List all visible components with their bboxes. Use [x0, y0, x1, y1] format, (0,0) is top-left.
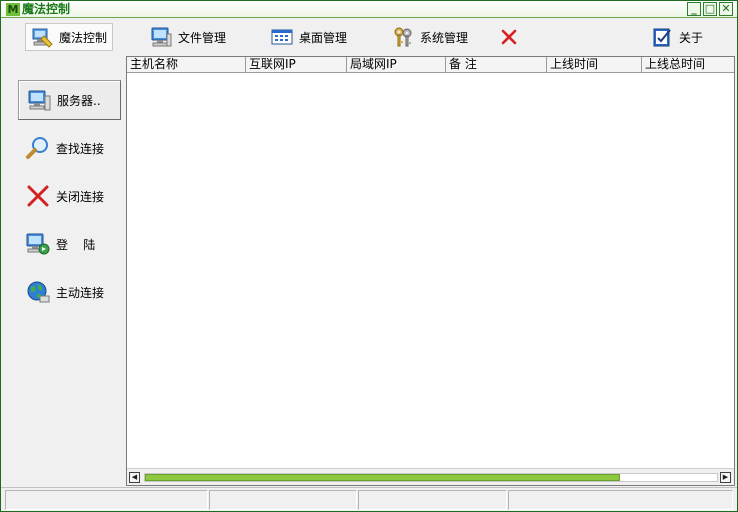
sidebar-item-label: 关闭连接: [56, 189, 105, 204]
minimize-button[interactable]: _: [687, 2, 701, 16]
status-pane: [209, 490, 357, 510]
magnifier-icon: [25, 135, 51, 161]
toolbar-label: 系统管理: [420, 30, 469, 45]
sidebar-item-label: 查找连接: [56, 141, 105, 156]
sidebar: 服务器.. 查找连接 关闭连接 登 陆 主动连接: [1, 56, 125, 486]
keys-icon: [392, 26, 414, 48]
toolbar-item-system-manager[interactable]: 系统管理: [387, 23, 473, 51]
main-window: M 魔法控制 _ □ ✕ 魔法控制 文件管理 桌面管理 系统管理 关于 服务器.…: [0, 0, 738, 512]
title-bar[interactable]: M 魔法控制 _ □ ✕: [1, 1, 737, 18]
login-computer-icon: [25, 231, 51, 257]
status-pane: [5, 490, 208, 510]
sidebar-item-label: 登 陆: [56, 237, 96, 252]
status-pane: [358, 490, 507, 510]
scroll-track[interactable]: [144, 473, 718, 482]
status-bar: [1, 487, 737, 511]
host-list-view[interactable]: 主机名称 互联网IP 局域网IP 备 注 上线时间 上线总时间 ◀ ▶: [126, 56, 735, 486]
column-header-internet-ip[interactable]: 互联网IP: [246, 57, 347, 73]
sidebar-item-close-connection[interactable]: 关闭连接: [18, 176, 121, 216]
server-computer-icon: [26, 87, 52, 113]
toolbar: 魔法控制 文件管理 桌面管理 系统管理 关于: [1, 19, 737, 55]
red-x-icon: [498, 26, 520, 48]
magic-control-icon: [31, 26, 53, 48]
toolbar-item-file-manager[interactable]: 文件管理: [145, 23, 231, 51]
toolbar-label: 关于: [679, 30, 704, 45]
maximize-button[interactable]: □: [703, 2, 717, 16]
column-header-lan-ip[interactable]: 局域网IP: [347, 57, 446, 73]
sidebar-item-login[interactable]: 登 陆: [18, 224, 121, 264]
scroll-left-icon[interactable]: ◀: [129, 472, 140, 483]
column-header-online-time[interactable]: 上线时间: [547, 57, 642, 73]
status-pane: [508, 490, 733, 510]
column-header-total-online-time[interactable]: 上线总时间: [642, 57, 734, 73]
toolbar-item-about[interactable]: 关于: [646, 23, 708, 51]
app-logo-icon: M: [6, 3, 20, 16]
close-x-icon: [25, 183, 51, 209]
toolbar-label: 魔法控制: [59, 30, 108, 45]
computer-icon: [150, 26, 172, 48]
close-button[interactable]: ✕: [719, 2, 733, 16]
toolbar-item-magic-control[interactable]: 魔法控制: [25, 23, 114, 51]
sidebar-item-active-connection[interactable]: 主动连接: [18, 272, 121, 312]
sidebar-item-label: 主动连接: [56, 285, 105, 300]
sidebar-item-label: 服务器..: [57, 93, 101, 108]
scroll-thumb[interactable]: [145, 474, 620, 481]
sidebar-item-find-connection[interactable]: 查找连接: [18, 128, 121, 168]
toolbar-label: 桌面管理: [299, 30, 348, 45]
about-icon: [651, 26, 673, 48]
horizontal-scrollbar[interactable]: ◀ ▶: [127, 468, 734, 485]
table-header: 主机名称 互联网IP 局域网IP 备 注 上线时间 上线总时间: [127, 57, 734, 73]
globe-icon: [25, 279, 51, 305]
toolbar-label: 文件管理: [178, 30, 227, 45]
desktop-icon: [271, 26, 293, 48]
sidebar-item-server[interactable]: 服务器..: [18, 80, 121, 120]
toolbar-item-desktop-manager[interactable]: 桌面管理: [266, 23, 352, 51]
column-header-host-name[interactable]: 主机名称: [127, 57, 246, 73]
window-title: 魔法控制: [22, 2, 71, 16]
toolbar-item-disconnect[interactable]: [493, 23, 525, 51]
column-header-remark[interactable]: 备 注: [446, 57, 547, 73]
scroll-right-icon[interactable]: ▶: [720, 472, 731, 483]
